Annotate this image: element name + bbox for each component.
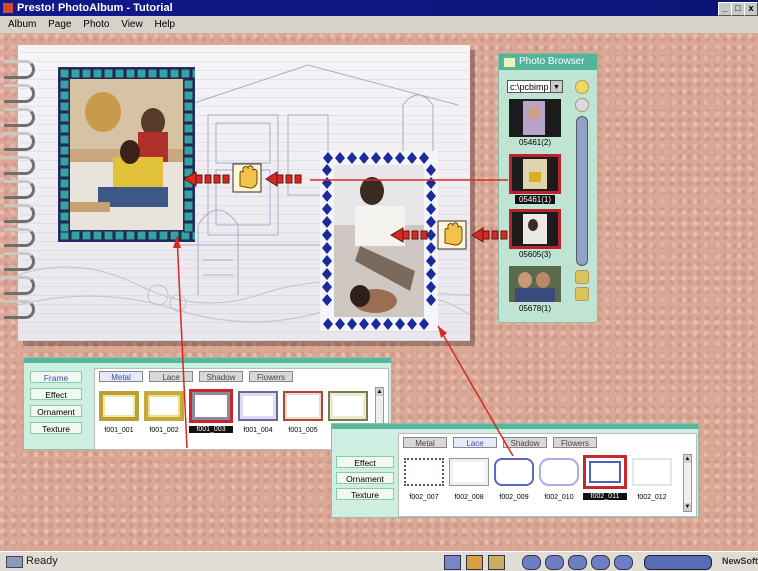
refresh-icon[interactable]	[575, 98, 589, 112]
menu-photo[interactable]: Photo	[83, 19, 109, 30]
thumbnail-3[interactable]	[509, 209, 561, 249]
title-bar: Presto! PhotoAlbum - Tutorial _ □ x	[0, 0, 758, 16]
framed-photo-couple[interactable]	[320, 151, 438, 331]
side-button-effect[interactable]: Effect	[30, 388, 82, 400]
next-page-icon[interactable]	[568, 555, 587, 570]
status-icon	[6, 556, 23, 568]
search-button[interactable]	[644, 555, 712, 570]
frame-caption-selected: f001_003	[189, 426, 233, 433]
frame-option[interactable]	[328, 391, 368, 421]
first-page-icon[interactable]	[522, 555, 541, 570]
side-button-effect[interactable]: Effect	[336, 456, 394, 468]
folder-select[interactable]: c:\pcbimp ▼	[507, 80, 563, 93]
frame-caption: f002_009	[499, 494, 529, 501]
frame-caption: f002_012	[637, 494, 667, 501]
album-icon[interactable]	[488, 555, 505, 570]
frame-caption: f001_005	[288, 427, 318, 434]
frame-option-selected[interactable]	[583, 455, 627, 489]
tab-flowers[interactable]: Flowers	[249, 371, 293, 382]
frame-gallery-scrollbar[interactable]: ▲ ▼	[683, 454, 692, 512]
thumbnail-4[interactable]	[509, 266, 561, 302]
app-icon	[3, 3, 13, 13]
frame-option[interactable]	[494, 458, 534, 486]
status-text: Ready	[26, 555, 58, 567]
frame-caption: f002_007	[409, 494, 439, 501]
view-page-icon[interactable]	[444, 555, 461, 570]
chevron-down-icon[interactable]: ▼	[550, 81, 562, 92]
frame-option[interactable]	[404, 458, 444, 486]
menu-help[interactable]: Help	[154, 19, 175, 30]
goto-page-icon[interactable]	[614, 555, 633, 570]
frame-caption: f001_001	[104, 427, 134, 434]
scroll-down-icon[interactable]: ▼	[684, 503, 691, 511]
minimize-button[interactable]: _	[718, 2, 732, 16]
menu-page[interactable]: Page	[48, 19, 71, 30]
photo-browser-panel: Photo Browser c:\pcbimp ▼ 05461(2) 05461…	[498, 53, 598, 323]
side-button-texture[interactable]: Texture	[336, 488, 394, 500]
tab-shadow[interactable]: Shadow	[503, 437, 547, 448]
window-title: Presto! PhotoAlbum - Tutorial	[17, 2, 173, 14]
frame-option[interactable]	[539, 458, 579, 486]
side-button-texture[interactable]: Texture	[30, 422, 82, 434]
frame-option[interactable]	[449, 458, 489, 486]
scroll-up-icon[interactable]: ▲	[684, 455, 691, 463]
tab-lace[interactable]: Lace	[453, 437, 497, 448]
scroll-up-icon[interactable]	[575, 270, 589, 284]
frame-gallery-lace: Metal Lace Shadow Flowers f002_007 f002_…	[398, 433, 697, 517]
frame-caption: f002_008	[454, 494, 484, 501]
browser-scroll-track[interactable]	[576, 116, 588, 266]
side-button-ornament[interactable]: Ornament	[30, 405, 82, 417]
scroll-down-icon[interactable]	[575, 287, 589, 301]
frame-option[interactable]	[238, 391, 278, 421]
tab-lace[interactable]: Lace	[149, 371, 193, 382]
status-bar: Ready NewSoft	[0, 551, 758, 571]
panel-accent-bar	[24, 358, 391, 363]
album-page[interactable]	[18, 45, 470, 341]
photo-browser-title: Photo Browser	[519, 56, 585, 67]
folder-icon[interactable]	[575, 80, 589, 94]
last-page-icon[interactable]	[591, 555, 610, 570]
side-button-ornament[interactable]: Ornament	[336, 472, 394, 484]
frame-caption: f001_002	[149, 427, 179, 434]
thumbnail-1[interactable]	[509, 99, 561, 137]
tab-shadow[interactable]: Shadow	[199, 371, 243, 382]
frame-option[interactable]	[283, 391, 323, 421]
tab-metal[interactable]: Metal	[99, 371, 143, 382]
framed-photo-family[interactable]	[58, 67, 195, 242]
frame-caption: f001_004	[243, 427, 273, 434]
frame-option[interactable]	[144, 391, 184, 421]
frame-library-panel-lace: Effect Ornament Texture Metal Lace Shado…	[331, 423, 699, 518]
thumbnail-1-caption: 05461(2)	[518, 138, 552, 147]
thumbnail-2[interactable]	[509, 154, 561, 194]
frame-option[interactable]	[632, 458, 672, 486]
folder-select-value: c:\pcbimp	[510, 82, 549, 92]
brand-logo: NewSoft	[722, 556, 758, 566]
thumbnail-2-caption: 05461(1)	[515, 195, 555, 204]
open-folder-icon[interactable]	[466, 555, 483, 570]
panel-accent-bar	[332, 424, 698, 429]
browser-icon	[503, 57, 516, 68]
frame-caption: f002_010	[544, 494, 574, 501]
tab-flowers[interactable]: Flowers	[553, 437, 597, 448]
previous-page-icon[interactable]	[545, 555, 564, 570]
close-button[interactable]: x	[744, 2, 758, 16]
photo-browser-header: Photo Browser	[499, 54, 597, 70]
menu-album[interactable]: Album	[8, 19, 36, 30]
thumbnail-3-caption: 05605(3)	[518, 250, 552, 259]
tab-metal[interactable]: Metal	[403, 437, 447, 448]
frame-caption-selected: f002_011	[583, 493, 627, 500]
thumbnail-4-caption: 05678(1)	[518, 304, 552, 313]
menu-bar: Album Page Photo View Help	[0, 16, 758, 33]
scroll-up-icon[interactable]: ▲	[376, 388, 383, 396]
side-button-frame[interactable]: Frame	[30, 371, 82, 383]
menu-view[interactable]: View	[121, 19, 143, 30]
frame-option-selected[interactable]	[189, 389, 233, 423]
maximize-button[interactable]: □	[731, 2, 745, 16]
browser-scroll-controls	[575, 80, 589, 301]
frame-option[interactable]	[99, 391, 139, 421]
